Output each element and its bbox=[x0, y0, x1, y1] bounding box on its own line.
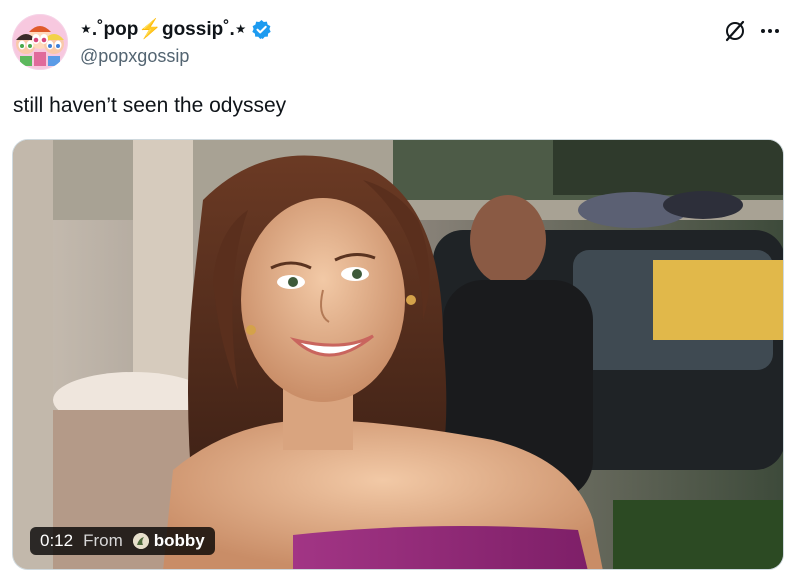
powerpuff-girls-avatar-icon bbox=[12, 14, 68, 70]
more-options-icon[interactable] bbox=[757, 19, 783, 43]
video-source[interactable]: bobby bbox=[132, 531, 205, 551]
video-duration: 0:12 bbox=[40, 531, 74, 550]
tweet-header: ⋆.˚pop⚡gossip˚.⋆ @popxgossip bbox=[0, 0, 800, 90]
author-avatar[interactable] bbox=[12, 14, 68, 70]
verified-badge-icon bbox=[251, 19, 272, 40]
author-handle[interactable]: @popxgossip bbox=[80, 46, 189, 67]
video-info-badge: 0:12 From bobby bbox=[30, 527, 215, 555]
bobby-avatar-icon bbox=[132, 533, 149, 549]
display-name-row: ⋆.˚pop⚡gossip˚.⋆ bbox=[80, 16, 272, 42]
video-from-label: From bbox=[83, 531, 123, 550]
tweet-video[interactable] bbox=[12, 139, 784, 570]
tweet-text: still haven’t seen the odyssey bbox=[13, 94, 287, 117]
author-display-name[interactable]: ⋆.˚pop⚡gossip˚.⋆ bbox=[80, 17, 247, 41]
video-frame-image bbox=[13, 140, 783, 569]
grok-icon[interactable] bbox=[723, 19, 747, 43]
video-source-name[interactable]: bobby bbox=[154, 531, 205, 551]
